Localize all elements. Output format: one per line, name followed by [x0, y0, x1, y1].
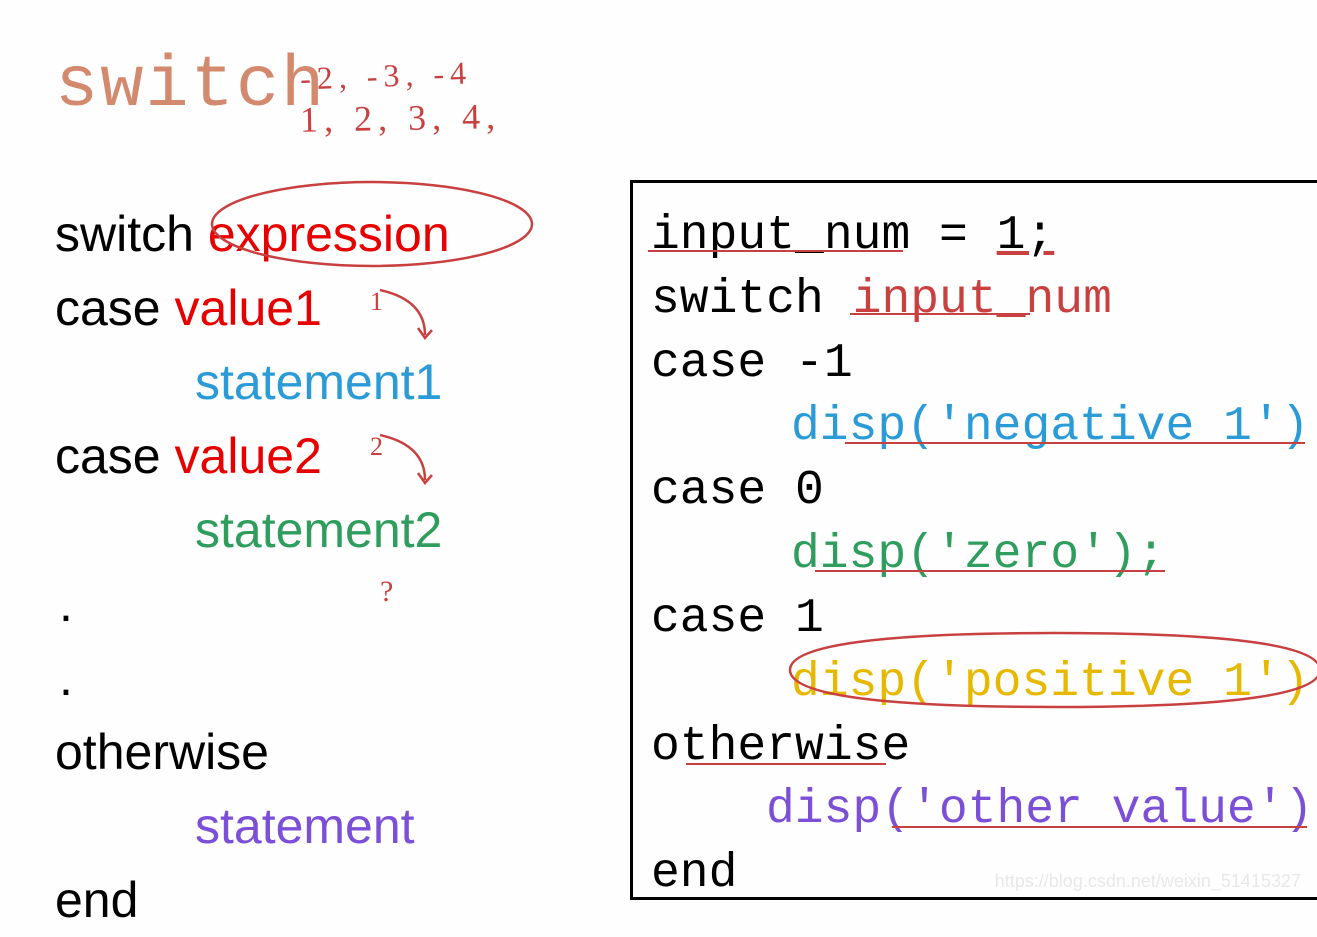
syntax-otherwise: otherwise — [55, 715, 615, 789]
code-line-10: disp('other value') — [651, 779, 1317, 843]
expression-text: expression — [208, 206, 450, 262]
code-line-8: disp('positive 1') — [651, 652, 1317, 716]
syntax-statement-otherwise: statement — [55, 789, 615, 863]
code-line-6: disp('zero'); — [651, 524, 1317, 588]
watermark-text: https://blog.csdn.net/weixin_51415327 — [995, 871, 1301, 892]
code-line-4: disp('negative 1') — [651, 396, 1317, 460]
syntax-end: end — [55, 863, 615, 937]
kw-switch: switch — [55, 206, 194, 262]
kw-case2: case — [55, 428, 161, 484]
code-line-3: case -1 — [651, 333, 1317, 397]
switch-title: switch — [55, 45, 615, 127]
syntax-line-case2: case value2 — [55, 419, 615, 493]
code-line-1: input_num = 1; — [651, 205, 1317, 269]
code-line-9: otherwise — [651, 716, 1317, 780]
syntax-statement1: statement1 — [55, 345, 615, 419]
syntax-template-pane: switch switch expression case value1 sta… — [55, 45, 615, 937]
syntax-line-case1: case value1 — [55, 271, 615, 345]
syntax-line-switch: switch expression — [55, 197, 615, 271]
kw-case1: case — [55, 280, 161, 336]
ellipsis-dot-1: . — [55, 567, 615, 641]
ellipsis-dot-2: . — [55, 641, 615, 715]
value2-text: value2 — [175, 428, 322, 484]
code-line-2: switch input_num — [651, 269, 1317, 333]
code-line-5: case 0 — [651, 460, 1317, 524]
syntax-statement2: statement2 — [55, 493, 615, 567]
code-example-pane: input_num = 1; switch input_num case -1 … — [630, 180, 1317, 900]
value1-text: value1 — [175, 280, 322, 336]
code-line-7: case 1 — [651, 588, 1317, 652]
